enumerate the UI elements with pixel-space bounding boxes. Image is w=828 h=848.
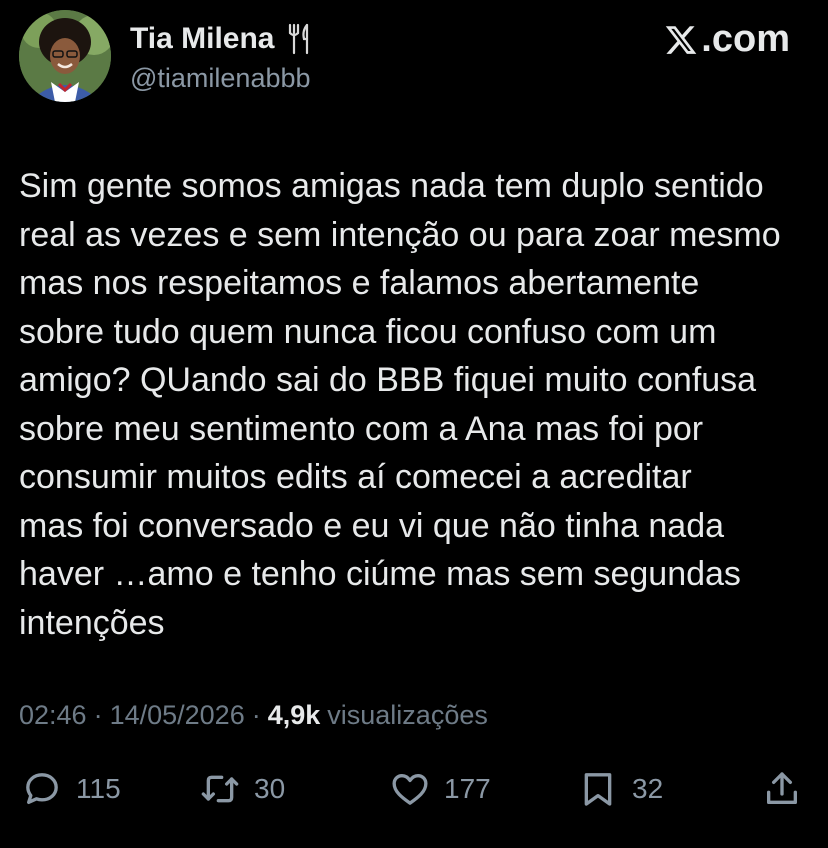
- retweet-button[interactable]: 30: [200, 764, 285, 814]
- like-count: 177: [444, 773, 491, 804]
- author-name[interactable]: Tia Milena: [130, 22, 313, 56]
- share-icon: [767, 772, 797, 804]
- bookmark-count: 32: [632, 773, 664, 804]
- x-logo-icon: [666, 25, 697, 54]
- action-bar: 115 30 177 32: [0, 764, 828, 814]
- tweet-text: Sim gente somos amigas nada tem duplo se…: [19, 167, 781, 642]
- bookmark-button[interactable]: 32: [578, 764, 663, 814]
- reply-count: 115: [76, 773, 121, 804]
- bookmark-icon: [584, 773, 612, 806]
- brand-text: .com: [701, 18, 790, 60]
- author-name-text: Tia Milena: [130, 22, 275, 55]
- retweet-count: 30: [254, 773, 286, 804]
- like-button[interactable]: 177: [390, 764, 491, 814]
- author-handle[interactable]: @tiamilenabbb: [130, 63, 311, 94]
- share-button[interactable]: [762, 764, 802, 814]
- avatar[interactable]: [19, 10, 111, 102]
- tweet-time[interactable]: 02:46: [19, 700, 87, 731]
- views-label: visualizações: [327, 700, 488, 730]
- views-count[interactable]: 4,9k: [268, 700, 321, 731]
- meta-separator: ·: [251, 700, 261, 730]
- reply-button[interactable]: 115: [22, 764, 121, 814]
- retweet-icon: [201, 775, 239, 803]
- heart-icon: [392, 774, 428, 805]
- fork-knife-icon: [285, 22, 313, 56]
- meta-separator: ·: [93, 700, 103, 730]
- tweet-date[interactable]: 14/05/2026: [110, 700, 245, 731]
- brand: .com: [663, 18, 790, 61]
- reply-icon: [26, 773, 58, 804]
- avatar-image: [19, 10, 111, 102]
- tweet-meta: 02:46 · 14/05/2026 · 4,9k visualizações: [19, 700, 488, 731]
